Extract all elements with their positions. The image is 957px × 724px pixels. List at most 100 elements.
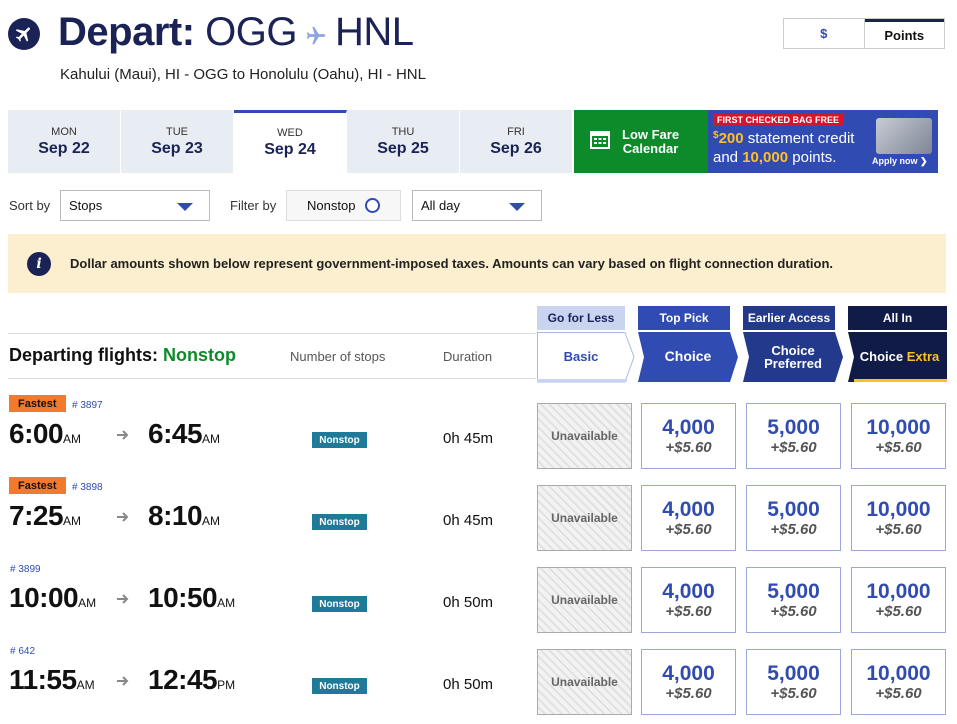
fare-header-choice: Choice	[664, 348, 712, 364]
fare-points: 10,000	[866, 497, 931, 521]
info-banner: i Dollar amounts shown below represent g…	[8, 234, 946, 293]
low-fare-calendar-button[interactable]: Low Fare Calendar	[574, 110, 708, 173]
choice-extra-fare-button[interactable]: 10,000 +$5.60	[851, 649, 946, 715]
flight-number[interactable]: # 3898	[72, 482, 103, 493]
flight-duration: 0h 45m	[443, 430, 494, 447]
low-fare-label: Low Fare	[622, 126, 680, 142]
date-tab-mon[interactable]: MON Sep 22	[8, 110, 121, 173]
column-header-duration: Duration	[443, 349, 493, 364]
fare-header-extra-main: Choice	[859, 349, 904, 364]
depart-time-value: 7:25	[9, 500, 64, 531]
promo-points: 10,000	[742, 149, 789, 166]
credit-card-promo[interactable]: FIRST CHECKED BAG FREE $200 statement cr…	[708, 110, 938, 173]
fare-tax: +$5.60	[875, 520, 922, 538]
choice-preferred-fare-button[interactable]: 5,000 +$5.60	[746, 567, 841, 633]
radio-icon	[365, 198, 380, 213]
origin-code: OGG	[205, 10, 297, 54]
fare-points: 4,000	[662, 497, 715, 521]
choice-preferred-fare-button[interactable]: 5,000 +$5.60	[746, 649, 841, 715]
choice-fare-button[interactable]: 4,000 +$5.60	[641, 403, 736, 469]
depart-time-value: 10:00	[9, 582, 79, 613]
ampm: AM	[63, 432, 82, 446]
sort-value: Stops	[69, 198, 103, 213]
flight-number[interactable]: # 3899	[10, 564, 41, 575]
nonstop-filter-toggle[interactable]: Nonstop	[286, 190, 401, 221]
choice-preferred-fare-button[interactable]: 5,000 +$5.60	[746, 485, 841, 551]
date-label: Sep 22	[38, 139, 90, 157]
currency-toggle[interactable]: $ Points	[783, 18, 945, 49]
ampm: AM	[217, 596, 236, 610]
date-tab-tue[interactable]: TUE Sep 23	[121, 110, 234, 173]
calendar-icon	[590, 129, 610, 154]
results-title-filter: Nonstop	[163, 345, 236, 365]
date-selector: MON Sep 22 TUE Sep 23 WED Sep 24 THU Sep…	[8, 110, 573, 173]
fare-tax: +$5.60	[770, 438, 817, 456]
arrow-right-icon	[116, 592, 130, 610]
fare-points: 5,000	[767, 497, 820, 521]
date-tab-thu[interactable]: THU Sep 25	[347, 110, 460, 173]
date-label: Sep 23	[151, 139, 203, 157]
choice-extra-fare-button[interactable]: 10,000 +$5.60	[851, 567, 946, 633]
arrive-time-value: 6:45	[148, 418, 203, 449]
date-label: Sep 25	[377, 139, 429, 157]
fare-points: 10,000	[866, 661, 931, 685]
fare-tax: +$5.60	[875, 438, 922, 456]
low-fare-label: Calendar	[622, 140, 679, 156]
points-toggle-button[interactable]: Points	[864, 19, 944, 48]
fare-header-basic: Basic	[563, 349, 599, 364]
fare-header-choice-top: Top Pick	[638, 306, 730, 330]
promo-text: statement credit	[743, 130, 855, 147]
route-subtitle: Kahului (Maui), HI - OGG to Honolulu (Oa…	[60, 66, 426, 83]
fare-points: 10,000	[866, 579, 931, 603]
date-tab-fri[interactable]: FRI Sep 26	[460, 110, 573, 173]
time-of-day-select[interactable]: All day	[412, 190, 542, 221]
depart-time: 10:00AM	[9, 582, 96, 614]
choice-fare-button[interactable]: 4,000 +$5.60	[641, 485, 736, 551]
arrow-right-icon	[116, 674, 130, 692]
plane-arrow-icon	[305, 12, 327, 57]
depart-time: 7:25AM	[9, 500, 81, 532]
nonstop-badge[interactable]: Nonstop	[312, 514, 367, 530]
arrive-time-value: 12:45	[148, 664, 218, 695]
basic-fare-unavailable: Unavailable	[537, 567, 632, 633]
page-title: Depart: OGG HNL	[58, 10, 414, 57]
fare-points: 5,000	[767, 661, 820, 685]
choice-preferred-fare-button[interactable]: 5,000 +$5.60	[746, 403, 841, 469]
chevron-right-icon: ❯	[920, 156, 928, 166]
date-label: Sep 26	[490, 139, 542, 157]
date-label: Sep 24	[264, 141, 316, 158]
dollar-toggle-button[interactable]: $	[784, 19, 865, 48]
flight-duration: 0h 50m	[443, 676, 494, 693]
flight-number[interactable]: # 642	[10, 646, 35, 657]
date-dow: MON	[51, 125, 77, 138]
promo-line-1: $200 statement credit	[713, 130, 855, 147]
credit-card-image	[876, 118, 932, 154]
sort-select[interactable]: Stops	[60, 190, 210, 221]
date-dow: TUE	[166, 125, 188, 138]
airplane-icon	[8, 18, 40, 50]
nonstop-badge[interactable]: Nonstop	[312, 432, 367, 448]
date-dow: FRI	[507, 125, 525, 138]
results-title: Departing flights: Nonstop	[9, 345, 236, 366]
apply-now-link[interactable]: Apply now ❯	[872, 156, 928, 167]
choice-fare-button[interactable]: 4,000 +$5.60	[641, 567, 736, 633]
nonstop-badge[interactable]: Nonstop	[312, 596, 367, 612]
ampm: AM	[78, 596, 97, 610]
fare-points: 4,000	[662, 415, 715, 439]
arrive-time: 10:50AM	[148, 582, 235, 614]
choice-fare-button[interactable]: 4,000 +$5.60	[641, 649, 736, 715]
date-tab-wed[interactable]: WED Sep 24	[234, 110, 347, 173]
nonstop-badge[interactable]: Nonstop	[312, 678, 367, 694]
info-text: Dollar amounts shown below represent gov…	[70, 256, 834, 271]
choice-extra-fare-button[interactable]: 10,000 +$5.60	[851, 403, 946, 469]
flight-duration: 0h 45m	[443, 512, 494, 529]
date-dow: WED	[277, 127, 303, 139]
flight-number[interactable]: # 3897	[72, 400, 103, 411]
depart-label: Depart:	[58, 10, 195, 54]
ampm: AM	[63, 514, 82, 528]
fare-header-extra-top: All In	[848, 306, 947, 330]
promo-line-2: and 10,000 points.	[713, 149, 836, 166]
fare-tax: +$5.60	[875, 684, 922, 702]
choice-extra-fare-button[interactable]: 10,000 +$5.60	[851, 485, 946, 551]
sort-label: Sort by	[9, 198, 51, 213]
